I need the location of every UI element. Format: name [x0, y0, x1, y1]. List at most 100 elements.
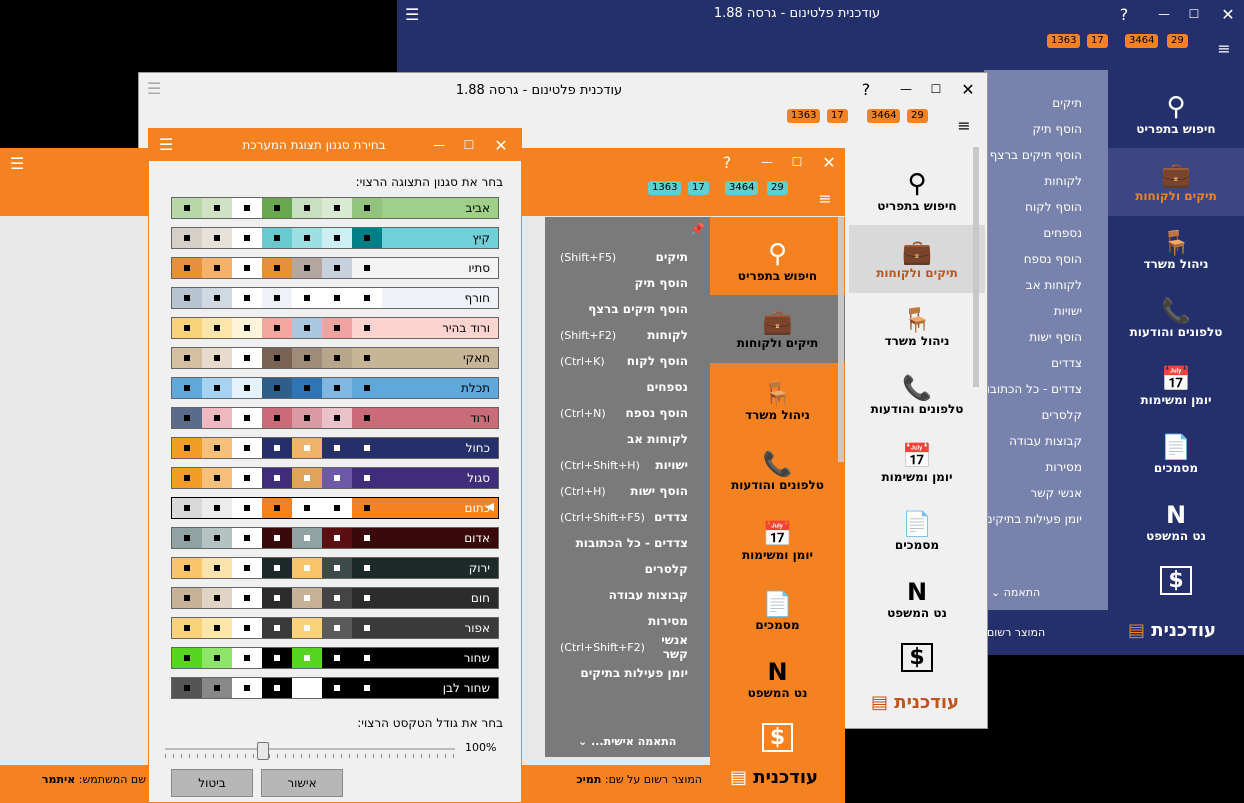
menu-item[interactable]: צדדים	[1051, 356, 1082, 370]
slider-thumb[interactable]	[257, 742, 269, 760]
customize-personal-link[interactable]: התאמה אישית... ⌄	[578, 735, 676, 748]
badge-29[interactable]: 29	[907, 109, 928, 123]
maximize-icon[interactable]: ☐	[1184, 4, 1204, 24]
theme-option[interactable]: ורוד	[171, 407, 499, 429]
menu-item[interactable]: יומן פעילות בתיקים	[560, 660, 688, 686]
menu-item[interactable]: הוסף נספח (Ctrl+N)	[560, 400, 688, 426]
hamburger-icon[interactable]: ≡	[954, 115, 974, 135]
badge-1363[interactable]: 1363	[1047, 34, 1081, 48]
menu-item[interactable]: לקוחות (Shift+F2)	[560, 322, 688, 348]
close-icon[interactable]: ✕	[958, 79, 978, 99]
menu-item[interactable]: לקוחות אב	[1026, 278, 1082, 292]
menu-item[interactable]: תיקים	[1052, 96, 1082, 110]
scrollbar[interactable]	[838, 217, 844, 462]
badge-17[interactable]: 17	[1087, 34, 1108, 48]
menu-item[interactable]: הוסף תיק	[1033, 122, 1082, 136]
close-icon[interactable]: ✕	[1218, 4, 1238, 24]
size-slider[interactable]	[165, 740, 455, 760]
menu-item[interactable]: ישויות	[1054, 304, 1082, 318]
minimize-icon[interactable]: —	[757, 152, 777, 172]
badge-17[interactable]: 17	[688, 181, 709, 195]
menu-item[interactable]: נספחים	[560, 374, 688, 400]
hamburger-icon[interactable]: ≡	[1214, 38, 1234, 58]
pin-icon[interactable]: 📌	[690, 222, 705, 236]
menu-item[interactable]: הוסף נספח	[1024, 252, 1082, 266]
theme-option[interactable]: כתום ◀	[171, 497, 499, 519]
maximize-icon[interactable]: ☐	[787, 152, 807, 172]
help-icon[interactable]: ?	[1114, 4, 1134, 24]
theme-option[interactable]: אביב	[171, 197, 499, 219]
nav-search[interactable]: ⚲ חיפוש בתפריט	[849, 157, 985, 225]
theme-option[interactable]: סגול	[171, 467, 499, 489]
menu-item[interactable]: קלסרים	[1041, 408, 1082, 422]
nav-docs[interactable]: 📄 מסמכים	[849, 497, 985, 565]
theme-option[interactable]: חום	[171, 587, 499, 609]
nav-diary[interactable]: 📅 יומן ומשימות	[849, 429, 985, 497]
menu-item[interactable]: הוסף תיקים ברצף	[990, 148, 1082, 162]
menu-item[interactable]: קבוצות עבודה	[560, 582, 688, 608]
menu-item[interactable]: הוסף תיקים ברצף	[560, 296, 688, 322]
badge-3464[interactable]: 3464	[1125, 34, 1159, 48]
menu-item[interactable]: צדדים - כל הכתובות	[979, 382, 1082, 396]
nav-finance[interactable]: $	[849, 637, 985, 677]
nav-cases[interactable]: 💼 תיקים ולקוחות	[1108, 148, 1244, 216]
nav-cases[interactable]: 💼 תיקים ולקוחות	[710, 295, 845, 363]
badge-29[interactable]: 29	[1167, 34, 1188, 48]
badge-17[interactable]: 17	[827, 109, 848, 123]
minimize-icon[interactable]: —	[1154, 4, 1174, 24]
nav-netlaw[interactable]: N נט המשפט	[710, 645, 845, 713]
theme-option[interactable]: אפור	[171, 617, 499, 639]
menu-item[interactable]: תיקים (Shift+F5)	[560, 244, 688, 270]
menu-item[interactable]: הוסף ישות (Ctrl+H)	[560, 478, 688, 504]
close-icon[interactable]: ✕	[819, 152, 839, 172]
nav-diary[interactable]: 📅 יומן ומשימות	[1108, 352, 1244, 420]
help-icon[interactable]: ?	[856, 79, 876, 99]
nav-netlaw[interactable]: N נט המשפט	[1108, 488, 1244, 556]
customize-link[interactable]: התאמה ⌄	[991, 586, 1040, 599]
menu-item[interactable]: נספחים	[1043, 226, 1082, 240]
badge-1363[interactable]: 1363	[648, 181, 682, 195]
theme-option[interactable]: חורף	[171, 287, 499, 309]
minimize-icon[interactable]: —	[429, 135, 449, 155]
theme-option[interactable]: סתיו	[171, 257, 499, 279]
nav-office[interactable]: 🪑 ניהול משרד	[1108, 216, 1244, 284]
nav-cases[interactable]: 💼 תיקים ולקוחות	[849, 225, 985, 293]
nav-netlaw[interactable]: N נט המשפט	[849, 565, 985, 633]
menu-item[interactable]: הוסף לקוח (Ctrl+K)	[560, 348, 688, 374]
menu-item[interactable]: קלסרים	[560, 556, 688, 582]
nav-diary[interactable]: 📅 יומן ומשימות	[710, 507, 845, 575]
menu-item[interactable]: לקוחות	[1044, 174, 1082, 188]
theme-option[interactable]: ורוד בהיר	[171, 317, 499, 339]
ok-button[interactable]: אישור	[261, 769, 343, 797]
nav-phones[interactable]: 📞 טלפונים והודעות	[849, 361, 985, 429]
menu-item[interactable]: לקוחות אב	[560, 426, 688, 452]
theme-option[interactable]: תכלת	[171, 377, 499, 399]
cancel-button[interactable]: ביטול	[171, 769, 253, 797]
scrollbar[interactable]	[973, 147, 979, 387]
nav-office[interactable]: 🪑 ניהול משרד	[710, 367, 845, 435]
nav-office[interactable]: 🪑 ניהול משרד	[849, 293, 985, 361]
nav-docs[interactable]: 📄 מסמכים	[1108, 420, 1244, 488]
theme-option[interactable]: חאקי	[171, 347, 499, 369]
menu-item[interactable]: מסירות	[1045, 460, 1082, 474]
badge-1363[interactable]: 1363	[787, 109, 821, 123]
nav-search[interactable]: ⚲ חיפוש בתפריט	[710, 227, 845, 295]
menu-item[interactable]: ישויות (Ctrl+Shift+H)	[560, 452, 688, 478]
badge-3464[interactable]: 3464	[725, 181, 759, 195]
theme-option[interactable]: כחול	[171, 437, 499, 459]
nav-phones[interactable]: 📞 טלפונים והודעות	[1108, 284, 1244, 352]
menu-item[interactable]: צדדים (Ctrl+Shift+F5)	[560, 504, 688, 530]
menu-item[interactable]: צדדים - כל הכתובות	[560, 530, 688, 556]
menu-item[interactable]: אנשי קשר	[1030, 486, 1082, 500]
theme-option[interactable]: קיץ	[171, 227, 499, 249]
menu-item[interactable]: הוסף ישות	[1029, 330, 1082, 344]
minimize-icon[interactable]: —	[896, 79, 916, 99]
help-icon[interactable]: ?	[717, 152, 737, 172]
nav-docs[interactable]: 📄 מסמכים	[710, 577, 845, 645]
nav-finance[interactable]: $	[710, 717, 845, 757]
menu-item[interactable]: הוסף לקוח	[1025, 200, 1082, 214]
badge-29[interactable]: 29	[767, 181, 788, 195]
nav-finance[interactable]: $	[1108, 560, 1244, 600]
close-icon[interactable]: ✕	[491, 135, 511, 155]
menu-item[interactable]: מסירות	[560, 608, 688, 634]
